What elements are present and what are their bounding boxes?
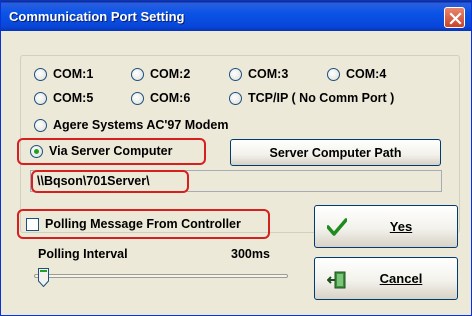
polling-slider-thumb[interactable] [38, 268, 49, 287]
server-path-button-label: Server Computer Path [269, 145, 402, 160]
close-button[interactable] [444, 7, 465, 28]
yes-button[interactable]: Yes [314, 205, 458, 248]
radio-server-indicator [30, 144, 43, 158]
polling-interval-value: 300ms [231, 247, 270, 261]
radio-com4-label: COM:4 [346, 67, 387, 81]
radio-tcpip-label: TCP/IP ( No Comm Port ) [248, 91, 395, 105]
dialog-body: COM:1 COM:2 COM:3 COM:4 COM:5 COM:6 TCP/… [4, 31, 468, 314]
radio-com5-indicator [34, 91, 47, 105]
cancel-button-label: Cancel [379, 271, 423, 286]
radio-tcpip[interactable]: TCP/IP ( No Comm Port ) [229, 90, 394, 106]
radio-com3-indicator [229, 67, 242, 81]
polling-checkbox-box [26, 217, 39, 231]
polling-checkbox[interactable]: Polling Message From Controller [26, 216, 241, 232]
radio-com5[interactable]: COM:5 [34, 90, 93, 106]
close-icon [449, 12, 462, 25]
radio-com2[interactable]: COM:2 [131, 66, 190, 82]
radio-modem-label: Agere Systems AC'97 Modem [53, 118, 229, 132]
radio-modem[interactable]: Agere Systems AC'97 Modem [34, 117, 229, 133]
title-bar[interactable]: Communication Port Setting [1, 1, 471, 31]
radio-com6-label: COM:6 [150, 91, 191, 105]
radio-com5-label: COM:5 [53, 91, 94, 105]
radio-tcpip-indicator [229, 91, 242, 105]
polling-interval-label: Polling Interval [38, 247, 128, 261]
radio-com6-indicator [131, 91, 144, 105]
radio-com1-label: COM:1 [53, 67, 94, 81]
server-path-highlight [31, 170, 189, 193]
radio-modem-indicator [34, 118, 47, 132]
radio-com2-label: COM:2 [150, 67, 191, 81]
polling-checkbox-label: Polling Message From Controller [45, 217, 241, 231]
radio-com6[interactable]: COM:6 [131, 90, 190, 106]
window-title: Communication Port Setting [9, 9, 185, 24]
radio-com4[interactable]: COM:4 [327, 66, 386, 82]
dialog-window: Communication Port Setting COM:1 COM:2 C… [0, 0, 472, 316]
polling-slider-track[interactable] [34, 274, 288, 278]
radio-com2-indicator [131, 67, 144, 81]
radio-com1[interactable]: COM:1 [34, 66, 93, 82]
yes-button-label: Yes [389, 219, 413, 234]
radio-com3[interactable]: COM:3 [229, 66, 288, 82]
radio-com3-label: COM:3 [248, 67, 289, 81]
radio-com1-indicator [34, 67, 47, 81]
radio-com4-indicator [327, 67, 340, 81]
server-path-button[interactable]: Server Computer Path [230, 139, 441, 166]
cancel-button[interactable]: Cancel [314, 257, 458, 300]
radio-server-label: Via Server Computer [49, 144, 173, 158]
radio-server[interactable]: Via Server Computer [30, 143, 172, 159]
